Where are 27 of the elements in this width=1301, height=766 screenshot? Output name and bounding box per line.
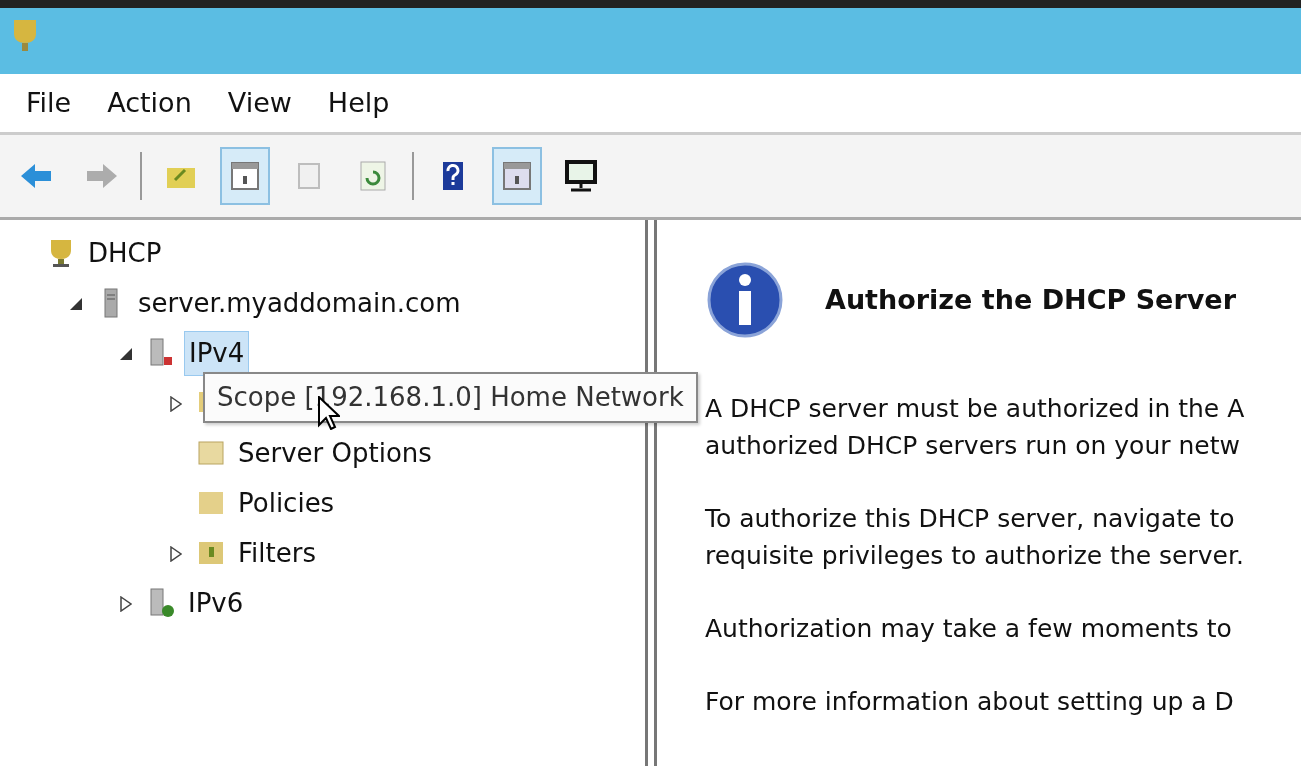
menu-item[interactable]: Help xyxy=(327,82,390,124)
info-icon xyxy=(705,260,785,340)
paragraph-line: requisite privileges to authorize the server. xyxy=(705,540,1245,572)
paragraph-line: To authorize this DHCP server, navigate to xyxy=(705,503,1236,535)
tree-item[interactable]: Filters xyxy=(234,531,320,575)
details-title: Authorize the DHCP Server xyxy=(825,282,1236,317)
tree-item[interactable]: Policies xyxy=(234,481,339,525)
paragraph-line: For more information about setting up a D xyxy=(705,686,1235,718)
tree-item[interactable]: IPv4 xyxy=(184,330,250,376)
menu-item[interactable]: File xyxy=(26,82,72,124)
paragraph-line: A DHCP server must be authorized in the A xyxy=(705,393,1246,425)
tree-item[interactable]: Server Options xyxy=(234,431,436,475)
tooltip: Scope [192.168.1.0] Home Network xyxy=(203,372,698,423)
tree-item[interactable]: DHCP xyxy=(84,231,166,275)
expand-arrow-icon[interactable] xyxy=(120,595,132,612)
collapse-arrow-icon[interactable] xyxy=(69,296,83,311)
paragraph-line: authorized DHCP servers run on your netw xyxy=(705,430,1241,462)
expand-arrow-icon[interactable] xyxy=(170,545,182,562)
expand-arrow-icon[interactable] xyxy=(170,395,182,412)
paragraph-line: Authorization may take a few moments to xyxy=(705,613,1233,645)
tree-item[interactable]: server.myaddomain.com xyxy=(134,281,465,325)
menu-item[interactable]: View xyxy=(227,82,292,124)
panel-button[interactable] xyxy=(492,147,542,205)
panel-button[interactable] xyxy=(220,147,270,205)
menu-item[interactable]: Action xyxy=(107,82,192,124)
collapse-arrow-icon[interactable] xyxy=(119,346,133,361)
tree-item[interactable]: IPv6 xyxy=(184,581,248,625)
